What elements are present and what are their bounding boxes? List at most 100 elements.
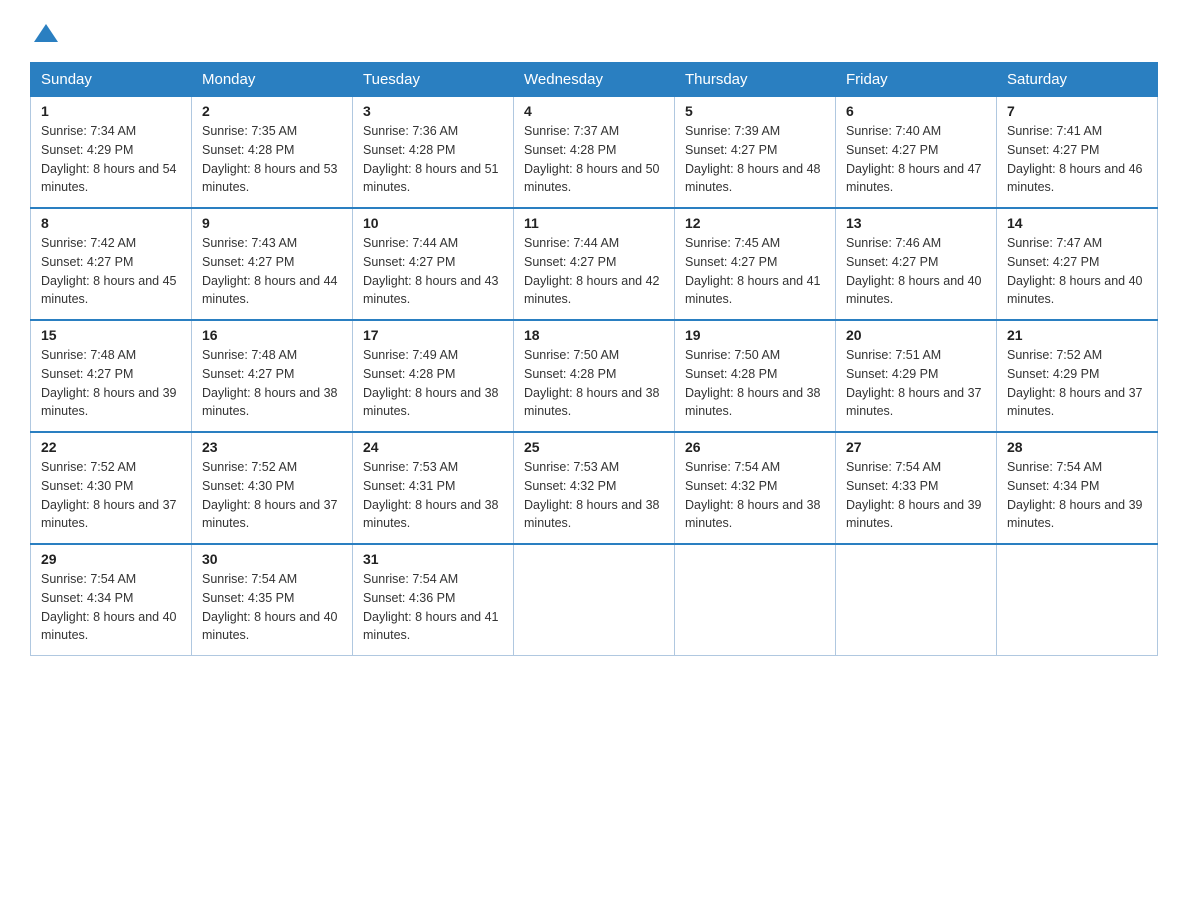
- day-number: 16: [202, 327, 342, 343]
- day-number: 9: [202, 215, 342, 231]
- day-number: 8: [41, 215, 181, 231]
- calendar-cell: 25 Sunrise: 7:53 AMSunset: 4:32 PMDayligh…: [514, 432, 675, 544]
- day-number: 12: [685, 215, 825, 231]
- calendar-cell: 21 Sunrise: 7:52 AMSunset: 4:29 PMDayligh…: [997, 320, 1158, 432]
- calendar-cell: 19Sunrise: 7:50 AMSunset: 4:28 PMDayligh…: [675, 320, 836, 432]
- calendar-cell: 27 Sunrise: 7:54 AMSunset: 4:33 PMDayligh…: [836, 432, 997, 544]
- calendar-cell: 17 Sunrise: 7:49 AMSunset: 4:28 PMDayligh…: [353, 320, 514, 432]
- calendar-cell: 9 Sunrise: 7:43 AMSunset: 4:27 PMDaylight…: [192, 208, 353, 320]
- day-info: Sunrise: 7:54 AMSunset: 4:34 PMDaylight:…: [1007, 458, 1147, 533]
- calendar-cell: 10 Sunrise: 7:44 AMSunset: 4:27 PMDayligh…: [353, 208, 514, 320]
- day-info: Sunrise: 7:52 AMSunset: 4:29 PMDaylight:…: [1007, 346, 1147, 421]
- day-info: Sunrise: 7:54 AMSunset: 4:33 PMDaylight:…: [846, 458, 986, 533]
- day-number: 6: [846, 103, 986, 119]
- day-info: Sunrise: 7:45 AMSunset: 4:27 PMDaylight:…: [685, 234, 825, 309]
- day-info: Sunrise: 7:35 AMSunset: 4:28 PMDaylight:…: [202, 122, 342, 197]
- day-number: 15: [41, 327, 181, 343]
- col-header-tuesday: Tuesday: [353, 63, 514, 97]
- header-row: SundayMondayTuesdayWednesdayThursdayFrid…: [31, 63, 1158, 97]
- week-row-4: 22Sunrise: 7:52 AMSunset: 4:30 PMDayligh…: [31, 432, 1158, 544]
- day-number: 18: [524, 327, 664, 343]
- day-info: Sunrise: 7:44 AMSunset: 4:27 PMDaylight:…: [363, 234, 503, 309]
- day-info: Sunrise: 7:54 AMSunset: 4:34 PMDaylight:…: [41, 570, 181, 645]
- calendar-cell: 22Sunrise: 7:52 AMSunset: 4:30 PMDayligh…: [31, 432, 192, 544]
- calendar-cell: 24Sunrise: 7:53 AMSunset: 4:31 PMDayligh…: [353, 432, 514, 544]
- day-number: 4: [524, 103, 664, 119]
- calendar-cell: 6 Sunrise: 7:40 AMSunset: 4:27 PMDaylight…: [836, 97, 997, 209]
- day-number: 24: [363, 439, 503, 455]
- day-info: Sunrise: 7:54 AMSunset: 4:35 PMDaylight:…: [202, 570, 342, 645]
- day-info: Sunrise: 7:50 AMSunset: 4:28 PMDaylight:…: [524, 346, 664, 421]
- day-number: 5: [685, 103, 825, 119]
- day-info: Sunrise: 7:53 AMSunset: 4:32 PMDaylight:…: [524, 458, 664, 533]
- day-number: 1: [41, 103, 181, 119]
- day-number: 2: [202, 103, 342, 119]
- calendar-cell: 31 Sunrise: 7:54 AMSunset: 4:36 PMDayligh…: [353, 544, 514, 656]
- day-number: 20: [846, 327, 986, 343]
- day-info: Sunrise: 7:36 AMSunset: 4:28 PMDaylight:…: [363, 122, 503, 197]
- calendar-cell: 7 Sunrise: 7:41 AMSunset: 4:27 PMDaylight…: [997, 97, 1158, 209]
- day-number: 23: [202, 439, 342, 455]
- day-info: Sunrise: 7:39 AMSunset: 4:27 PMDaylight:…: [685, 122, 825, 197]
- day-info: Sunrise: 7:34 AMSunset: 4:29 PMDaylight:…: [41, 122, 181, 197]
- calendar-cell: 29 Sunrise: 7:54 AMSunset: 4:34 PMDayligh…: [31, 544, 192, 656]
- calendar-table: SundayMondayTuesdayWednesdayThursdayFrid…: [30, 62, 1158, 656]
- week-row-2: 8 Sunrise: 7:42 AMSunset: 4:27 PMDaylight…: [31, 208, 1158, 320]
- day-info: Sunrise: 7:40 AMSunset: 4:27 PMDaylight:…: [846, 122, 986, 197]
- col-header-friday: Friday: [836, 63, 997, 97]
- logo-icon: [32, 20, 60, 48]
- week-row-3: 15 Sunrise: 7:48 AMSunset: 4:27 PMDayligh…: [31, 320, 1158, 432]
- week-row-1: 1 Sunrise: 7:34 AMSunset: 4:29 PMDaylight…: [31, 97, 1158, 209]
- day-number: 29: [41, 551, 181, 567]
- calendar-cell: 12 Sunrise: 7:45 AMSunset: 4:27 PMDayligh…: [675, 208, 836, 320]
- col-header-saturday: Saturday: [997, 63, 1158, 97]
- col-header-wednesday: Wednesday: [514, 63, 675, 97]
- day-number: 11: [524, 215, 664, 231]
- calendar-cell: 26 Sunrise: 7:54 AMSunset: 4:32 PMDayligh…: [675, 432, 836, 544]
- day-info: Sunrise: 7:43 AMSunset: 4:27 PMDaylight:…: [202, 234, 342, 309]
- day-info: Sunrise: 7:41 AMSunset: 4:27 PMDaylight:…: [1007, 122, 1147, 197]
- calendar-cell: 2 Sunrise: 7:35 AMSunset: 4:28 PMDaylight…: [192, 97, 353, 209]
- calendar-cell: [675, 544, 836, 656]
- day-number: 21: [1007, 327, 1147, 343]
- day-info: Sunrise: 7:42 AMSunset: 4:27 PMDaylight:…: [41, 234, 181, 309]
- calendar-cell: 20Sunrise: 7:51 AMSunset: 4:29 PMDayligh…: [836, 320, 997, 432]
- day-info: Sunrise: 7:46 AMSunset: 4:27 PMDaylight:…: [846, 234, 986, 309]
- calendar-cell: 16 Sunrise: 7:48 AMSunset: 4:27 PMDayligh…: [192, 320, 353, 432]
- day-info: Sunrise: 7:47 AMSunset: 4:27 PMDaylight:…: [1007, 234, 1147, 309]
- day-number: 3: [363, 103, 503, 119]
- calendar-cell: 30Sunrise: 7:54 AMSunset: 4:35 PMDayligh…: [192, 544, 353, 656]
- calendar-cell: 4 Sunrise: 7:37 AMSunset: 4:28 PMDaylight…: [514, 97, 675, 209]
- day-info: Sunrise: 7:48 AMSunset: 4:27 PMDaylight:…: [41, 346, 181, 421]
- calendar-cell: 13 Sunrise: 7:46 AMSunset: 4:27 PMDayligh…: [836, 208, 997, 320]
- day-info: Sunrise: 7:52 AMSunset: 4:30 PMDaylight:…: [41, 458, 181, 533]
- calendar-cell: 14Sunrise: 7:47 AMSunset: 4:27 PMDayligh…: [997, 208, 1158, 320]
- day-number: 27: [846, 439, 986, 455]
- day-number: 25: [524, 439, 664, 455]
- day-number: 17: [363, 327, 503, 343]
- calendar-cell: [997, 544, 1158, 656]
- day-number: 28: [1007, 439, 1147, 455]
- day-number: 31: [363, 551, 503, 567]
- day-info: Sunrise: 7:54 AMSunset: 4:36 PMDaylight:…: [363, 570, 503, 645]
- calendar-cell: 18 Sunrise: 7:50 AMSunset: 4:28 PMDayligh…: [514, 320, 675, 432]
- day-number: 13: [846, 215, 986, 231]
- day-info: Sunrise: 7:48 AMSunset: 4:27 PMDaylight:…: [202, 346, 342, 421]
- day-info: Sunrise: 7:44 AMSunset: 4:27 PMDaylight:…: [524, 234, 664, 309]
- calendar-cell: [514, 544, 675, 656]
- page-header: [30, 20, 1158, 44]
- calendar-cell: [836, 544, 997, 656]
- calendar-cell: 3 Sunrise: 7:36 AMSunset: 4:28 PMDaylight…: [353, 97, 514, 209]
- day-number: 10: [363, 215, 503, 231]
- calendar-cell: 28 Sunrise: 7:54 AMSunset: 4:34 PMDayligh…: [997, 432, 1158, 544]
- day-info: Sunrise: 7:37 AMSunset: 4:28 PMDaylight:…: [524, 122, 664, 197]
- day-info: Sunrise: 7:49 AMSunset: 4:28 PMDaylight:…: [363, 346, 503, 421]
- day-number: 7: [1007, 103, 1147, 119]
- day-number: 26: [685, 439, 825, 455]
- calendar-cell: 23Sunrise: 7:52 AMSunset: 4:30 PMDayligh…: [192, 432, 353, 544]
- week-row-5: 29 Sunrise: 7:54 AMSunset: 4:34 PMDayligh…: [31, 544, 1158, 656]
- col-header-monday: Monday: [192, 63, 353, 97]
- calendar-cell: 8 Sunrise: 7:42 AMSunset: 4:27 PMDaylight…: [31, 208, 192, 320]
- day-info: Sunrise: 7:50 AMSunset: 4:28 PMDaylight:…: [685, 346, 825, 421]
- day-info: Sunrise: 7:54 AMSunset: 4:32 PMDaylight:…: [685, 458, 825, 533]
